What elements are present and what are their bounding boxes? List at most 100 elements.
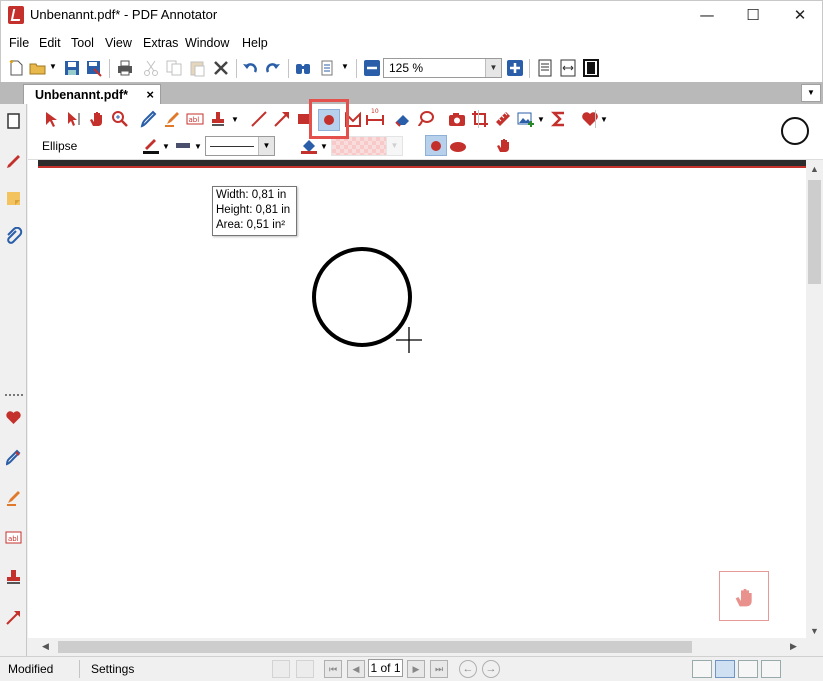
menu-window[interactable]: Window xyxy=(185,36,229,50)
zoom-tool-icon[interactable] xyxy=(111,110,129,128)
favorites-icon[interactable] xyxy=(581,110,599,128)
text-tool-icon[interactable]: abl xyxy=(4,528,23,547)
hand-gesture-icon[interactable] xyxy=(495,136,513,154)
scroll-left-icon[interactable]: ◀ xyxy=(42,641,49,652)
pdf-page[interactable] xyxy=(38,170,806,638)
stamp-dropdown-icon[interactable]: ▼ xyxy=(231,115,239,124)
go-back-page-icon[interactable] xyxy=(272,660,290,678)
menu-file[interactable]: File xyxy=(9,36,29,50)
menu-view[interactable]: View xyxy=(105,36,132,50)
delete-icon[interactable] xyxy=(212,59,230,77)
single-page-view-icon[interactable] xyxy=(692,660,712,678)
copy-icon[interactable] xyxy=(165,59,183,77)
two-page-continuous-view-icon[interactable] xyxy=(761,660,781,678)
line-color-dropdown-icon[interactable]: ▼ xyxy=(162,142,170,151)
next-page-icon[interactable]: ▶ xyxy=(407,660,425,678)
select-arrow-icon[interactable] xyxy=(42,110,60,128)
continuous-view-icon[interactable] xyxy=(715,660,735,678)
attachment-icon[interactable] xyxy=(4,227,23,246)
measure-tool-icon[interactable]: 10 xyxy=(366,106,384,128)
document-tab[interactable]: Unbenannt.pdf* × xyxy=(23,84,161,104)
arrow-tool-icon[interactable] xyxy=(4,608,23,627)
horizontal-scroll-thumb[interactable] xyxy=(58,641,692,653)
menu-tool[interactable]: Tool xyxy=(71,36,94,50)
fit-width-icon[interactable] xyxy=(559,59,577,77)
highlighter-icon[interactable] xyxy=(4,488,23,507)
last-page-icon[interactable]: ⏭ xyxy=(430,660,448,678)
fill-color-dropdown-icon[interactable]: ▼ xyxy=(320,142,328,151)
first-page-icon[interactable]: ⏮ xyxy=(324,660,342,678)
history-back-icon[interactable]: ← xyxy=(459,660,477,678)
find-dropdown-icon[interactable]: ▼ xyxy=(341,62,349,71)
camera-icon[interactable] xyxy=(448,110,466,128)
pen-favorites-icon[interactable] xyxy=(4,152,23,171)
eraser-icon[interactable] xyxy=(394,110,412,128)
sum-icon[interactable] xyxy=(550,110,568,128)
insert-image-icon[interactable] xyxy=(517,110,535,128)
zoom-select[interactable]: 125 % ▼ xyxy=(383,58,502,78)
scroll-right-icon[interactable]: ▶ xyxy=(790,641,797,652)
save-icon[interactable] xyxy=(63,59,81,77)
menu-edit[interactable]: Edit xyxy=(39,36,61,50)
chevron-down-icon[interactable]: ▼ xyxy=(485,59,501,77)
hand-mode-button[interactable] xyxy=(719,571,769,621)
lasso-icon[interactable] xyxy=(417,110,435,128)
open-dropdown-icon[interactable]: ▼ xyxy=(49,62,57,71)
history-forward-icon[interactable]: → xyxy=(482,660,500,678)
highlighter-pen-icon[interactable] xyxy=(163,110,181,128)
favorites-heart-icon[interactable] xyxy=(4,408,23,427)
full-screen-icon[interactable] xyxy=(582,59,600,77)
arrow-line-icon[interactable] xyxy=(273,110,291,128)
notes-icon[interactable] xyxy=(4,189,23,208)
new-document-icon[interactable] xyxy=(7,59,25,77)
image-dropdown-icon[interactable]: ▼ xyxy=(537,115,545,124)
stamp-tool-icon[interactable] xyxy=(209,110,227,128)
chevron-down-icon[interactable]: ▼ xyxy=(386,137,402,155)
close-button[interactable]: ✕ xyxy=(777,0,823,31)
select-text-icon[interactable] xyxy=(65,110,83,128)
paste-icon[interactable] xyxy=(188,59,206,77)
two-page-view-icon[interactable] xyxy=(738,660,758,678)
scroll-up-icon[interactable]: ▲ xyxy=(810,164,819,174)
pen-tool-icon[interactable] xyxy=(4,448,23,467)
menu-help[interactable]: Help xyxy=(242,36,268,50)
line-color-icon[interactable] xyxy=(142,137,160,155)
fit-page-icon[interactable] xyxy=(536,59,554,77)
vertical-scroll-thumb[interactable] xyxy=(808,180,821,284)
undo-icon[interactable] xyxy=(241,59,259,77)
line-width-icon[interactable] xyxy=(174,137,192,155)
cut-icon[interactable] xyxy=(142,59,160,77)
menu-extras[interactable]: Extras xyxy=(143,36,178,50)
pen-icon[interactable] xyxy=(140,110,158,128)
line-style-select[interactable]: ▼ xyxy=(205,136,275,156)
fill-color-icon[interactable] xyxy=(300,137,318,155)
zoom-out-icon[interactable] xyxy=(363,59,381,77)
line-width-dropdown-icon[interactable]: ▼ xyxy=(194,142,202,151)
go-forward-page-icon[interactable] xyxy=(296,660,314,678)
page-thumbnails-icon[interactable] xyxy=(4,112,23,131)
find-and-replace-icon[interactable] xyxy=(319,59,337,77)
previous-page-icon[interactable]: ◀ xyxy=(347,660,365,678)
tab-list-dropdown-button[interactable]: ▼ xyxy=(801,84,821,102)
wide-ellipse-icon[interactable] xyxy=(449,138,467,156)
filled-ellipse-button[interactable] xyxy=(425,135,447,156)
favorites-dropdown-icon[interactable]: ▼ xyxy=(600,115,608,124)
print-icon[interactable] xyxy=(116,59,134,77)
settings-link[interactable]: Settings xyxy=(91,662,134,676)
minimize-button[interactable]: — xyxy=(684,0,730,31)
scroll-down-icon[interactable]: ▼ xyxy=(810,626,819,636)
line-tool-icon[interactable] xyxy=(250,110,268,128)
find-icon[interactable] xyxy=(294,59,312,77)
tab-close-icon[interactable]: × xyxy=(146,87,154,102)
sidebar-splitter[interactable] xyxy=(5,394,23,396)
crop-icon[interactable] xyxy=(471,110,489,128)
chevron-down-icon[interactable]: ▼ xyxy=(258,137,274,155)
ruler-icon[interactable] xyxy=(494,110,512,128)
hand-tool-icon[interactable] xyxy=(88,110,106,128)
maximize-button[interactable]: ☐ xyxy=(730,0,776,31)
page-number-field[interactable]: 1 of 1 xyxy=(368,659,403,677)
open-folder-icon[interactable] xyxy=(29,59,47,77)
redo-icon[interactable] xyxy=(264,59,282,77)
save-as-icon[interactable] xyxy=(85,59,103,77)
fill-pattern-select[interactable]: ▼ xyxy=(331,136,403,156)
